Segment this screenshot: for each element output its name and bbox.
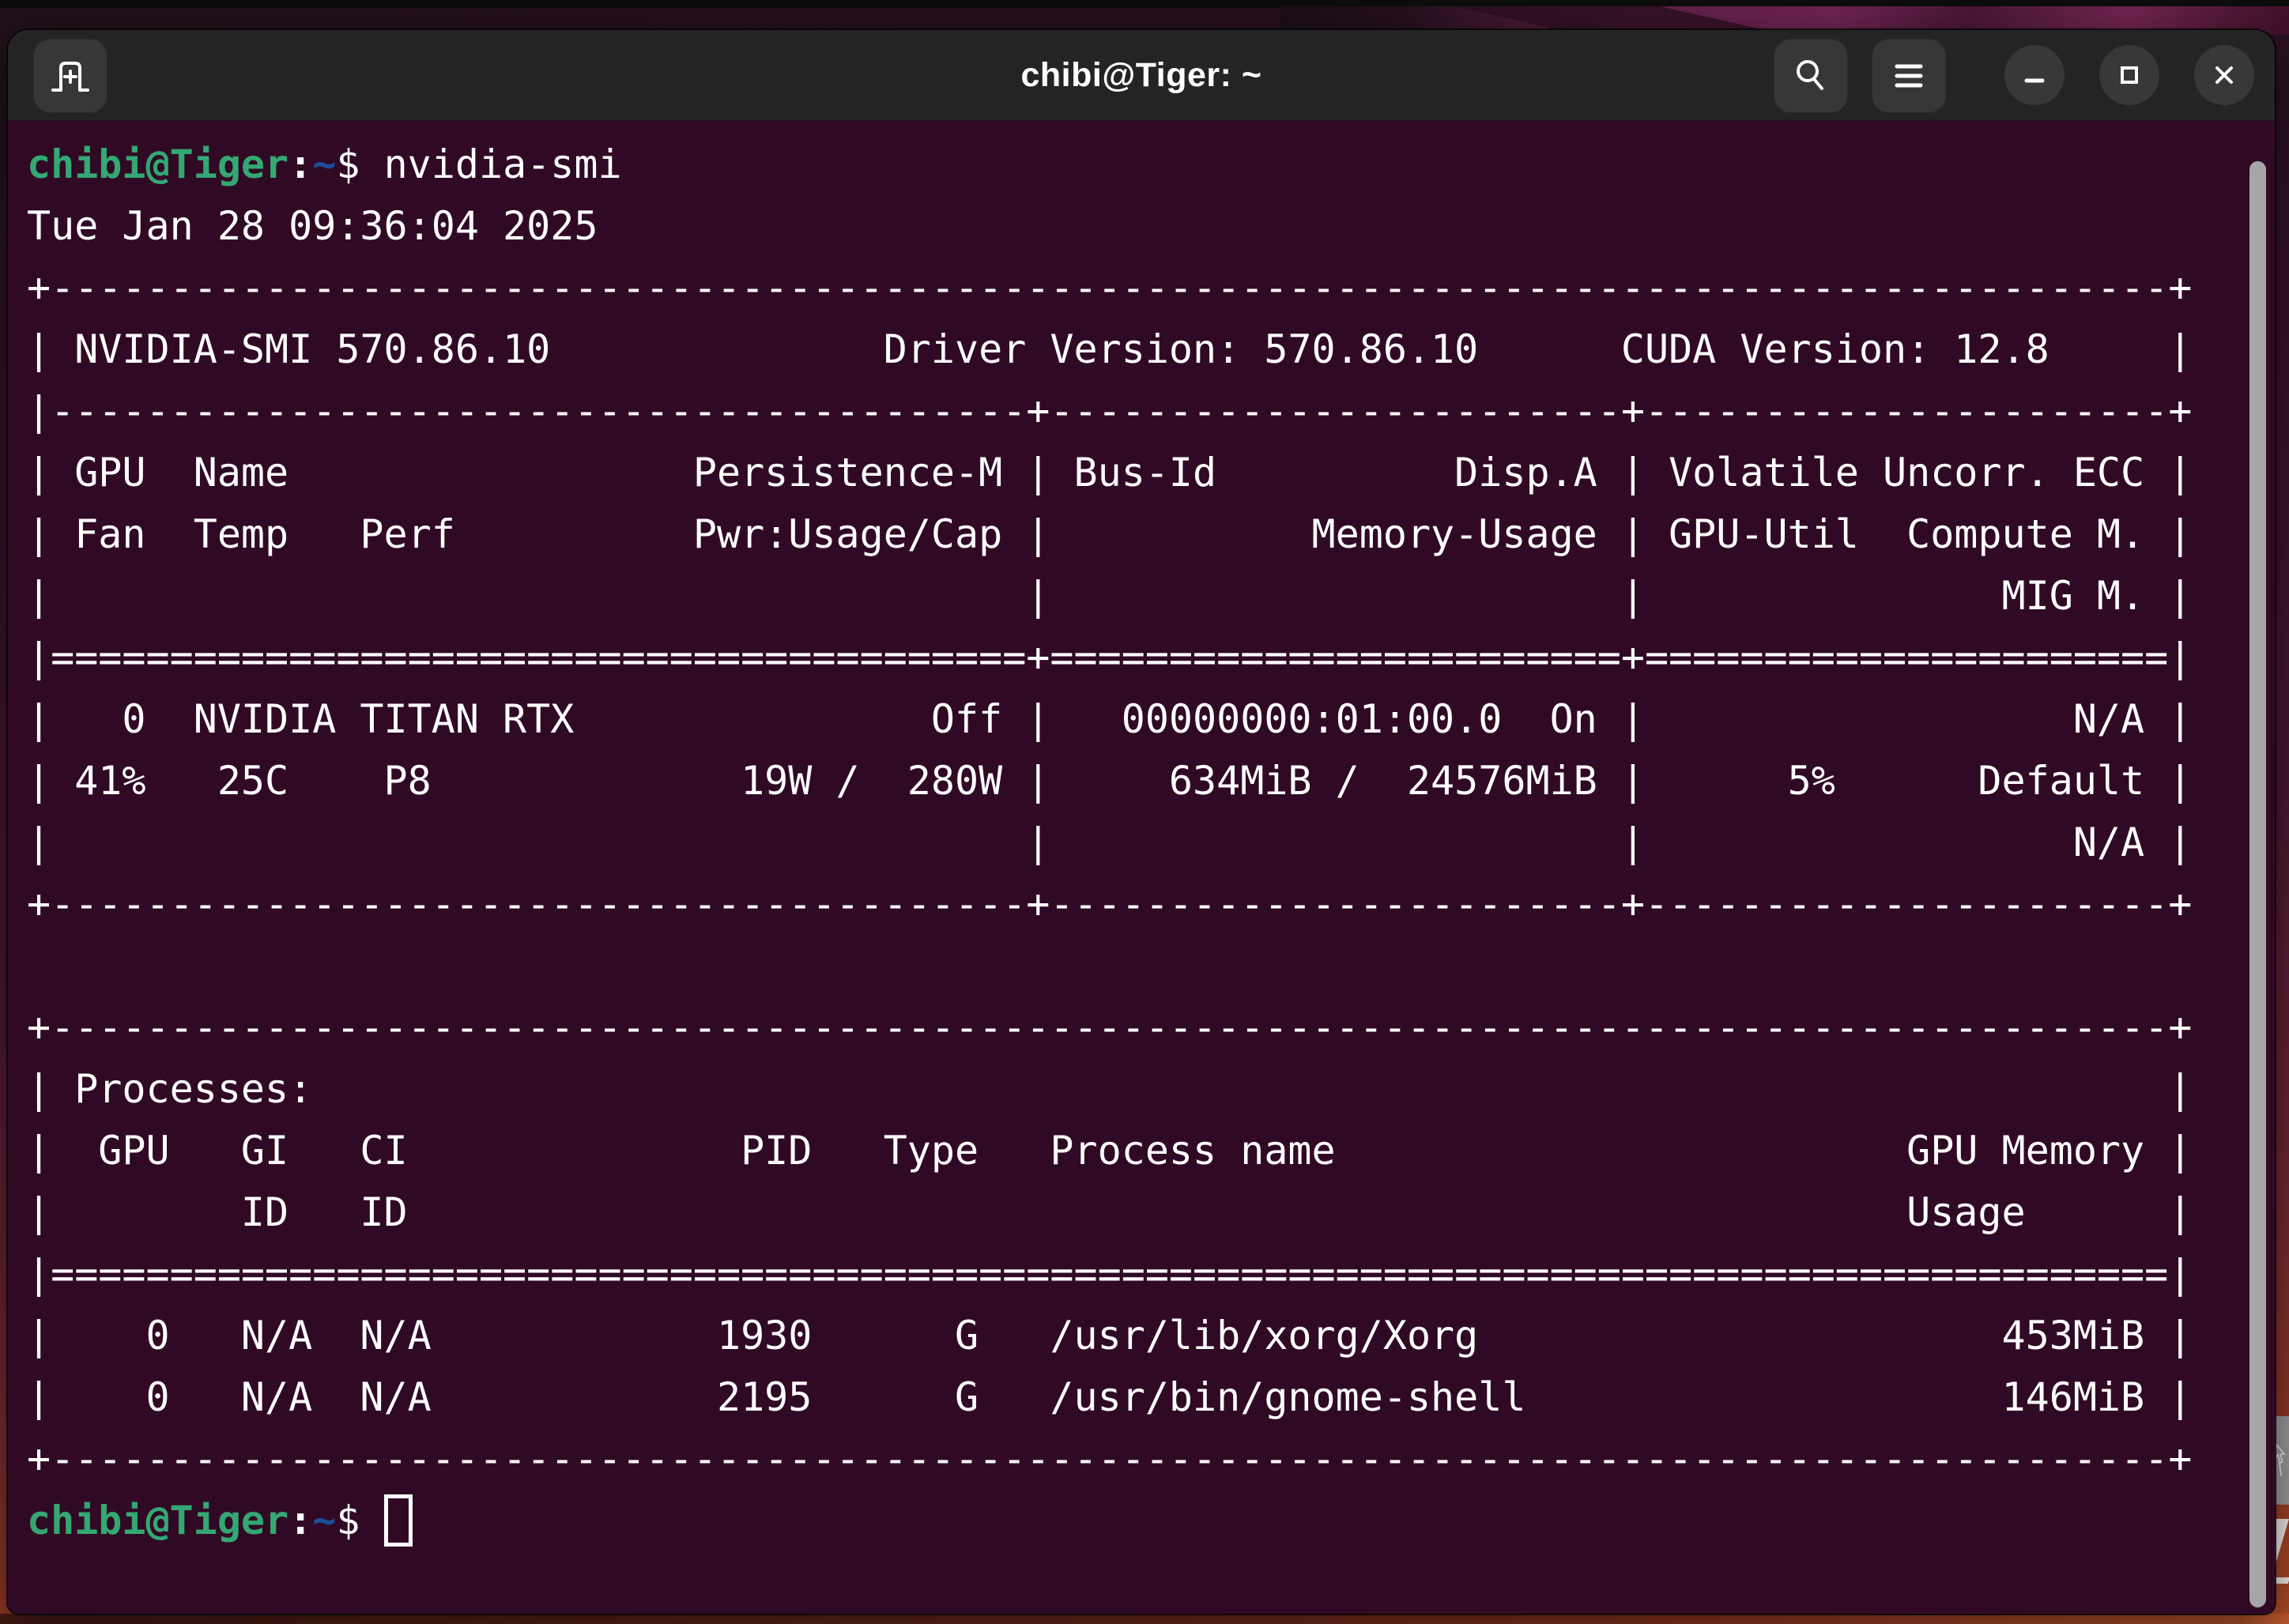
wallpaper-bottom-strip xyxy=(0,1614,2289,1624)
nvidia-smi-line: | Processes: | xyxy=(27,1066,2193,1112)
close-button[interactable] xyxy=(2194,45,2254,105)
titlebar[interactable]: chibi@Tiger: ~ xyxy=(8,30,2275,121)
nvidia-smi-line: | GPU Name Persistence-M | Bus-Id Disp.A… xyxy=(27,450,2193,495)
nvidia-smi-line: | | | N/A | xyxy=(27,820,2193,865)
nvidia-smi-line: | ID ID Usage | xyxy=(27,1189,2193,1235)
nvidia-smi-line: | 41% 25C P8 19W / 280W | 634MiB / 24576… xyxy=(27,758,2193,804)
prompt-path: ~ xyxy=(312,1498,337,1543)
nvidia-smi-line: +---------------------------------------… xyxy=(27,881,2193,927)
nvidia-smi-line: +---------------------------------------… xyxy=(27,1436,2193,1482)
close-icon xyxy=(2215,66,2233,84)
cursor-arrow-icon xyxy=(2273,1443,2286,1477)
terminal-screen[interactable]: chibi@Tiger:~$ nvidia-smi Tue Jan 28 09:3… xyxy=(8,121,2275,1614)
hamburger-menu-icon xyxy=(1895,64,1923,88)
prompt-user-host: chibi@Tiger xyxy=(27,141,289,187)
maximize-button[interactable] xyxy=(2099,45,2159,105)
nvidia-smi-line: |=======================================… xyxy=(27,1251,2193,1297)
minimize-button[interactable] xyxy=(2004,45,2065,105)
nvidia-smi-line: | | | MIG M. | xyxy=(27,573,2193,619)
prompt-symbol: $ xyxy=(336,1498,384,1543)
terminal-window: chibi@Tiger: ~ chibi@Tiger:~$ nvidia-smi… xyxy=(8,30,2275,1614)
date-text: Tue Jan 28 09:36:04 2025 xyxy=(27,203,598,249)
command-text: nvidia-smi xyxy=(383,141,622,187)
nvidia-smi-line: +---------------------------------------… xyxy=(27,1004,2193,1050)
nvidia-smi-line: +---------------------------------------… xyxy=(27,265,2193,311)
nvidia-smi-line: |=======================================… xyxy=(27,635,2193,680)
prompt-line-current: chibi@Tiger:~$ xyxy=(27,1490,2275,1551)
prompt-separator: : xyxy=(288,1498,313,1543)
prompt-line: chibi@Tiger:~$ nvidia-smi xyxy=(27,134,2275,195)
search-button[interactable] xyxy=(1774,39,1848,113)
nvidia-smi-line: | 0 NVIDIA TITAN RTX Off | 00000000:01:0… xyxy=(27,696,2193,742)
minimize-icon xyxy=(2024,78,2045,83)
nvidia-smi-line: | 0 N/A N/A 2195 G /usr/bin/gnome-shell … xyxy=(27,1374,2193,1420)
maximize-icon xyxy=(2121,66,2138,84)
date-line: Tue Jan 28 09:36:04 2025 xyxy=(27,195,2275,257)
nvidia-smi-line: | Fan Temp Perf Pwr:Usage/Cap | Memory-U… xyxy=(27,511,2193,557)
search-icon xyxy=(1797,60,1823,90)
nvidia-smi-line: | NVIDIA-SMI 570.86.10 Driver Version: 5… xyxy=(27,326,2193,372)
nvidia-smi-line xyxy=(27,935,2275,997)
menu-button[interactable] xyxy=(1872,39,1946,113)
nvidia-smi-line: |---------------------------------------… xyxy=(27,388,2193,434)
prompt-path: ~ xyxy=(312,141,337,187)
nvidia-smi-line: | GPU GI CI PID Type Process name GPU Me… xyxy=(27,1128,2193,1174)
scrollbar-thumb[interactable] xyxy=(2249,161,2266,1607)
nvidia-smi-line: | 0 N/A N/A 1930 G /usr/lib/xorg/Xorg 45… xyxy=(27,1313,2193,1358)
prompt-user-host: chibi@Tiger xyxy=(27,1498,289,1543)
terminal-cursor xyxy=(383,1494,413,1547)
prompt-symbol: $ xyxy=(336,141,384,187)
prompt-separator: : xyxy=(288,141,313,187)
